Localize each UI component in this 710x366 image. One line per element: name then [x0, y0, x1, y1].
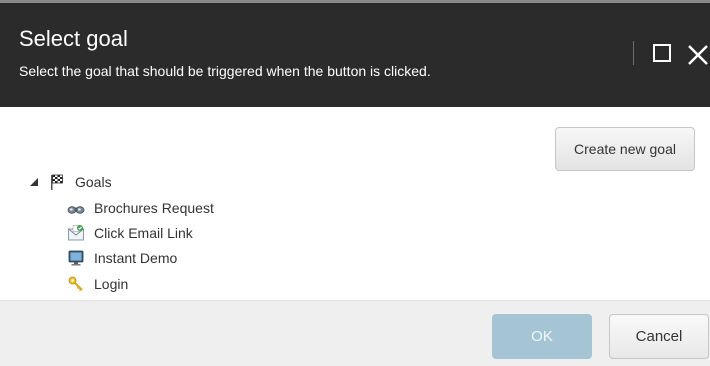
key-icon [67, 275, 85, 293]
tree-item-brochures-request[interactable]: Brochures Request [67, 197, 214, 219]
dialog-title: Select goal [19, 26, 128, 51]
dialog-footer [0, 300, 710, 366]
tree-node-label[interactable]: Goals [75, 174, 112, 190]
cancel-button[interactable]: Cancel [609, 314, 709, 359]
ok-button[interactable]: OK [492, 314, 592, 359]
close-icon [688, 45, 708, 65]
close-button[interactable] [686, 43, 710, 67]
binoculars-icon [67, 199, 85, 217]
tree-item-click-email-link[interactable]: Click Email Link [67, 222, 193, 244]
collapse-toggle-icon[interactable] [29, 177, 39, 187]
tree-item-label[interactable]: Instant Demo [94, 250, 177, 266]
maximize-icon [653, 44, 671, 62]
tree-item-label[interactable]: Brochures Request [94, 200, 214, 216]
maximize-button[interactable] [652, 43, 672, 63]
checkered-flag-icon [48, 173, 66, 191]
tree-item-label[interactable]: Click Email Link [94, 225, 193, 241]
email-icon [67, 224, 85, 242]
tree-node-goals[interactable]: Goals [29, 171, 112, 193]
window-controls-divider [633, 41, 634, 65]
monitor-icon [67, 249, 85, 267]
tree-item-label[interactable]: Login [94, 276, 128, 292]
tree-item-instant-demo[interactable]: Instant Demo [67, 247, 177, 269]
tree-item-login[interactable]: Login [67, 273, 128, 295]
create-new-goal-button[interactable]: Create new goal [555, 127, 695, 171]
dialog-subtitle: Select the goal that should be triggered… [19, 63, 431, 79]
dialog-header [0, 3, 710, 107]
